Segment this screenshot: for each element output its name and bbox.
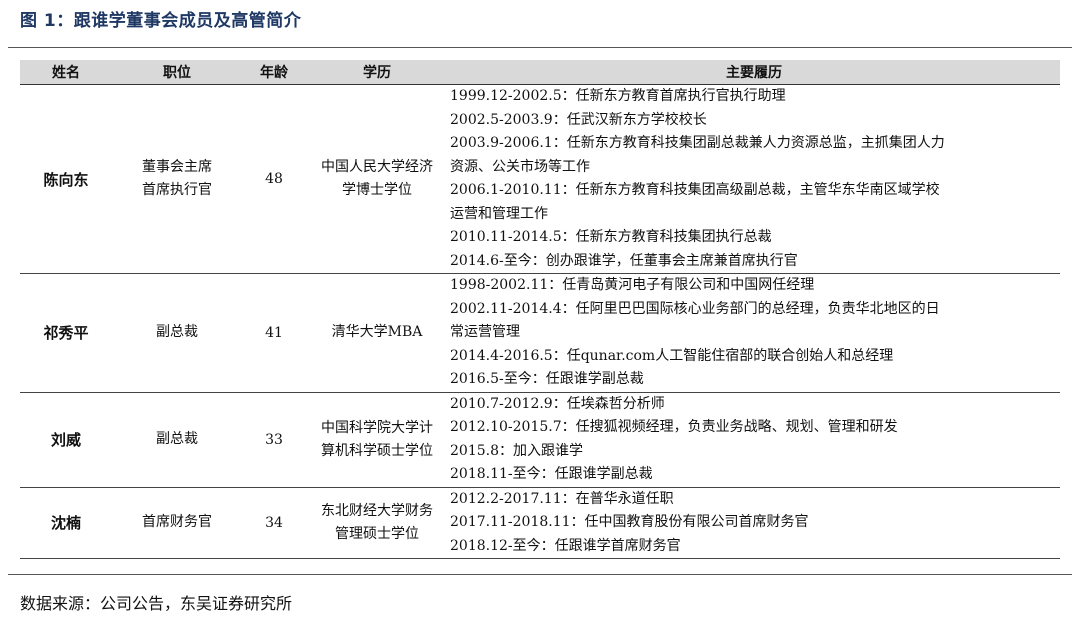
career-line: 2015.8：加入跟谁学 xyxy=(450,442,583,459)
career-line: 2014.6-至今：创办跟谁学，任董事会主席兼首席执行官 xyxy=(450,252,798,269)
career-line: 2018.12-至今：任跟谁学首席财务官 xyxy=(450,537,681,554)
person-name: 祁秀平 xyxy=(20,273,112,393)
management-table: 姓名 职位 年龄 学历 主要履历 陈向东 董事会主席 首席执行官 48 中国人民… xyxy=(20,60,1060,559)
person-position: 董事会主席 首席执行官 xyxy=(112,84,242,274)
person-education: 中国科学院大学计 算机科学硕士学位 xyxy=(306,392,448,488)
position-line: 董事会主席 xyxy=(142,159,212,175)
career-line: 运营和管理工作 xyxy=(450,205,548,222)
career-line: 2012.10-2015.7：任搜狐视频经理，负责业务战略、规划、管理和研发 xyxy=(450,419,898,435)
career-line: 2016.5-至今：任跟谁学副总裁 xyxy=(450,371,644,387)
career-line: 2003.9-2006.1：任新东方教育科技集团副总裁兼人力资源总监，主抓集团人… xyxy=(450,135,945,151)
person-education: 东北财经大学财务 管理硕士学位 xyxy=(306,487,448,559)
person-position: 副总裁 xyxy=(112,392,242,488)
education-line: 学博士学位 xyxy=(342,182,412,198)
header-career: 主要履历 xyxy=(448,60,1060,85)
table-header-row: 姓名 职位 年龄 学历 主要履历 xyxy=(20,60,1060,85)
career-line: 2010.7-2012.9：任埃森哲分析师 xyxy=(450,395,665,412)
bottom-rule xyxy=(8,574,1072,575)
person-name: 沈楠 xyxy=(20,487,112,559)
person-position: 副总裁 xyxy=(112,273,242,393)
table-row: 祁秀平 副总裁 41 清华大学MBA 1998-2002.11：任青岛黄河电子有… xyxy=(20,273,1060,393)
person-career: 2012.2-2017.11：在普华永道任职 2017.11-2018.11：任… xyxy=(448,487,1060,559)
table-row: 陈向东 董事会主席 首席执行官 48 中国人民大学经济 学博士学位 1999.1… xyxy=(20,84,1060,274)
person-age: 41 xyxy=(242,273,306,393)
career-line: 资源、公关市场等工作 xyxy=(450,158,590,175)
career-line: 2010.11-2014.5：任新东方教育科技集团执行总裁 xyxy=(450,229,772,245)
education-line: 东北财经大学财务 xyxy=(321,502,433,519)
person-name: 陈向东 xyxy=(20,84,112,274)
career-line: 1999.12-2002.5：任新东方教育首席执行官执行助理 xyxy=(450,88,786,104)
person-age: 48 xyxy=(242,84,306,274)
education-line: 中国科学院大学计 xyxy=(321,419,433,436)
career-line: 2002.11-2014.4：任阿里巴巴国际核心业务部门的总经理，负责华北地区的… xyxy=(450,300,940,317)
header-education: 学历 xyxy=(306,60,448,85)
education-line: 算机科学硕士学位 xyxy=(321,442,433,459)
person-position: 首席财务官 xyxy=(112,487,242,559)
career-line: 2012.2-2017.11：在普华永道任职 xyxy=(450,490,674,507)
table-row: 沈楠 首席财务官 34 东北财经大学财务 管理硕士学位 2012.2-2017.… xyxy=(20,487,1060,559)
person-career: 2010.7-2012.9：任埃森哲分析师 2012.10-2015.7：任搜狐… xyxy=(448,392,1060,488)
career-line: 2014.4-2016.5：任qunar.com人工智能住宿部的联合创始人和总经… xyxy=(450,347,894,364)
person-education: 中国人民大学经济 学博士学位 xyxy=(306,84,448,274)
education-line: 管理硕士学位 xyxy=(335,525,419,542)
position-line: 副总裁 xyxy=(156,324,198,341)
person-career: 1998-2002.11：任青岛黄河电子有限公司和中国网任经理 2002.11-… xyxy=(448,273,1060,393)
career-line: 2002.5-2003.9：任武汉新东方学校校长 xyxy=(450,111,707,128)
header-name: 姓名 xyxy=(20,60,112,85)
source-note: 数据来源：公司公告，东吴证券研究所 xyxy=(20,594,293,613)
table-row: 刘威 副总裁 33 中国科学院大学计 算机科学硕士学位 2010.7-2012.… xyxy=(20,392,1060,488)
figure-title: 图 1：跟谁学董事会成员及高管简介 xyxy=(20,11,302,31)
person-age: 34 xyxy=(242,487,306,559)
position-line: 副总裁 xyxy=(156,431,198,447)
person-age: 33 xyxy=(242,392,306,488)
top-rule xyxy=(8,47,1072,48)
education-line: 中国人民大学经济 xyxy=(321,159,433,175)
header-age: 年龄 xyxy=(242,60,306,85)
header-position: 职位 xyxy=(112,60,242,85)
person-name: 刘威 xyxy=(20,392,112,488)
person-education: 清华大学MBA xyxy=(306,273,448,393)
career-line: 1998-2002.11：任青岛黄河电子有限公司和中国网任经理 xyxy=(450,277,815,293)
career-line: 常运营管理 xyxy=(450,324,520,340)
position-line: 首席财务官 xyxy=(142,514,212,531)
career-line: 2018.11-至今：任跟谁学副总裁 xyxy=(450,466,653,482)
career-line: 2006.1-2010.11：任新东方教育科技集团高级副总裁，主管华东华南区域学… xyxy=(450,182,940,198)
career-line: 2017.11-2018.11：任中国教育股份有限公司首席财务官 xyxy=(450,514,809,530)
position-line: 首席执行官 xyxy=(142,182,212,198)
person-career: 1999.12-2002.5：任新东方教育首席执行官执行助理 2002.5-20… xyxy=(448,84,1060,274)
education-line: 清华大学MBA xyxy=(331,324,423,341)
